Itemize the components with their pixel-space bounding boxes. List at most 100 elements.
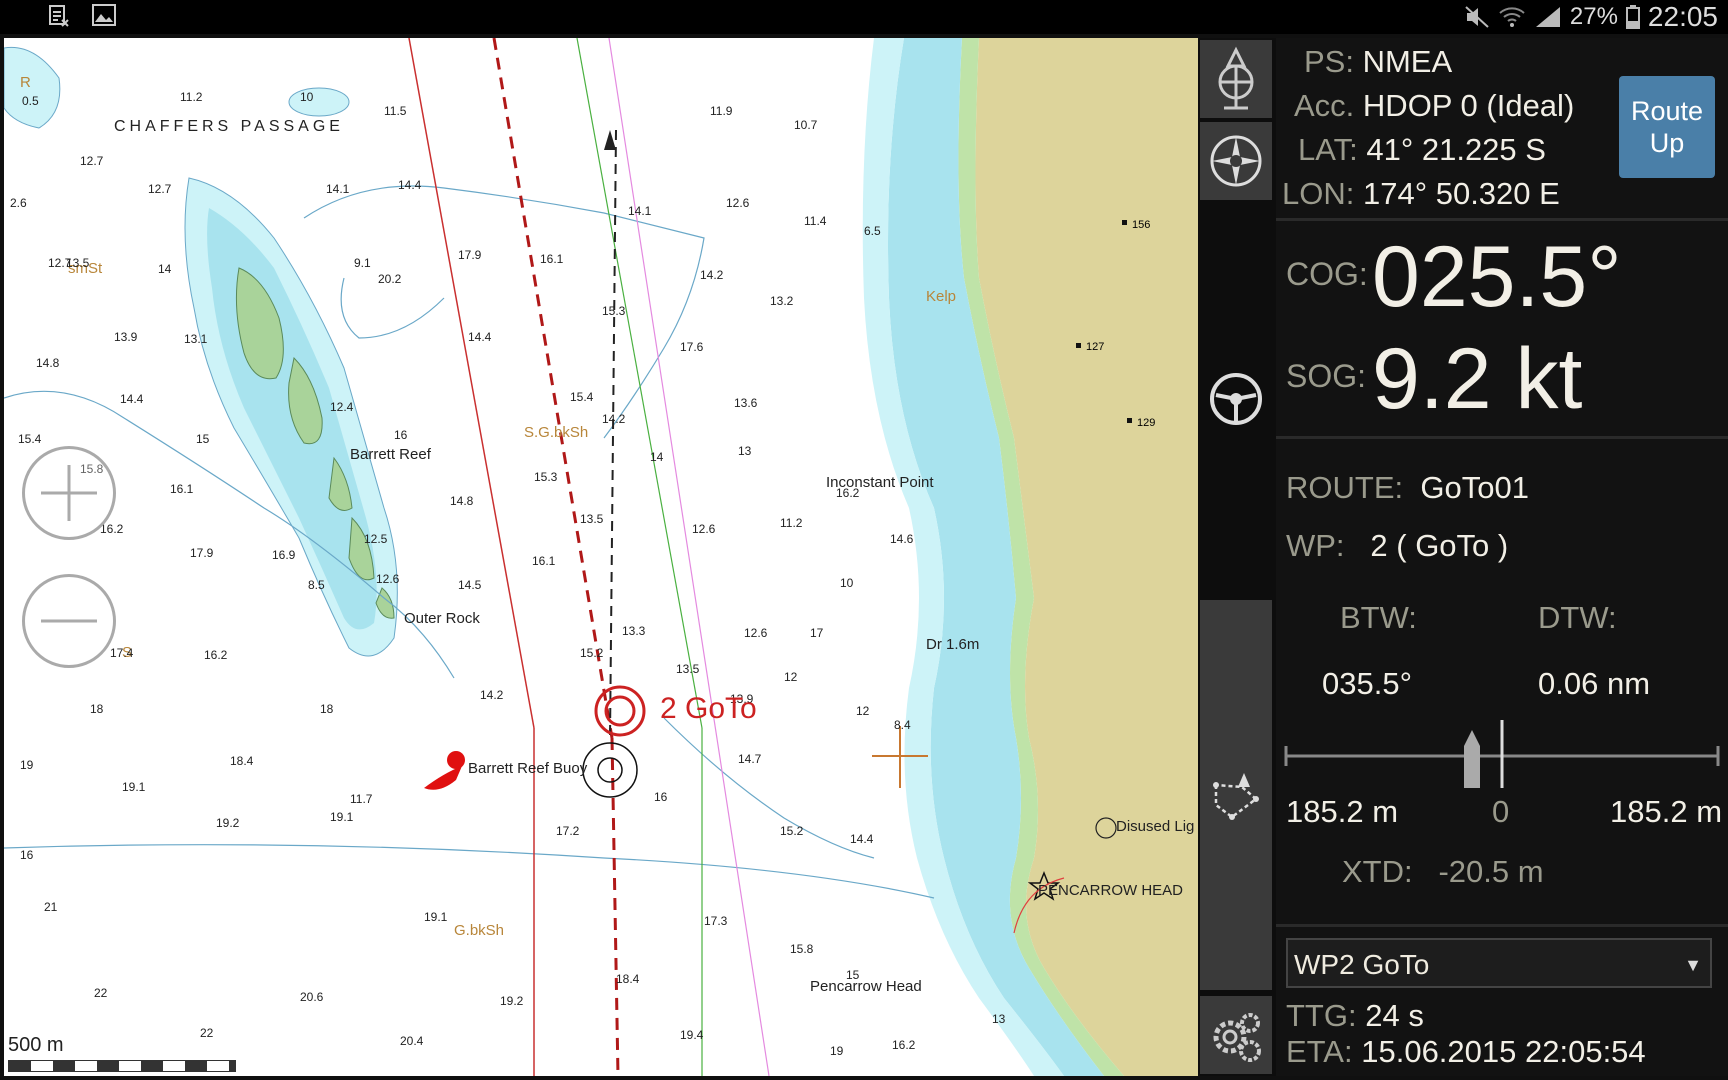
settings-button[interactable] bbox=[1200, 996, 1272, 1074]
steering-button[interactable] bbox=[1200, 360, 1272, 438]
depth-sounding: 14.7 bbox=[738, 752, 762, 766]
scale-bar bbox=[8, 1060, 236, 1072]
eta-row: ETA: 15.06.2015 22:05:54 bbox=[1286, 1034, 1646, 1069]
depth-sounding: 17 bbox=[810, 626, 824, 640]
depth-sounding: 13.9 bbox=[114, 330, 138, 344]
btw-label: BTW: bbox=[1340, 600, 1417, 635]
route-planner-button[interactable] bbox=[1200, 600, 1272, 990]
cog-label: COG: bbox=[1286, 256, 1368, 292]
depth-sounding: 20.4 bbox=[400, 1034, 424, 1048]
depth-sounding: 17.2 bbox=[556, 824, 580, 838]
depth-sounding: 15 bbox=[846, 968, 860, 982]
depth-sounding: 12 bbox=[784, 670, 798, 684]
route-planner-icon bbox=[1213, 773, 1259, 820]
depth-sounding: 15.8 bbox=[790, 942, 814, 956]
depth-sounding: 12.5 bbox=[364, 532, 388, 546]
navigation-info-panel: PS: NMEA Acc. HDOP 0 (Ideal) LAT: 41° 21… bbox=[1276, 38, 1728, 1076]
depth-sounding: 14.2 bbox=[602, 412, 626, 426]
depth-sounding: 14.8 bbox=[36, 356, 60, 370]
depth-sounding: 17.9 bbox=[458, 248, 482, 262]
depth-sounding: 14.5 bbox=[458, 578, 482, 592]
depth-sounding: 15.4 bbox=[570, 390, 594, 404]
depth-sounding: 18.4 bbox=[616, 972, 640, 986]
chart-label: Kelp bbox=[926, 288, 957, 305]
depth-sounding: 16.1 bbox=[170, 482, 194, 496]
waypoint-row: WP: 2 ( GoTo ) bbox=[1286, 528, 1509, 563]
depth-sounding: 11.2 bbox=[780, 516, 803, 530]
settings-gears-icon bbox=[1213, 1013, 1261, 1062]
route-row: ROUTE: GoTo01 bbox=[1286, 470, 1529, 505]
plus-icon bbox=[41, 465, 97, 521]
depth-sounding: 14.1 bbox=[628, 204, 652, 218]
depth-sounding: 13.3 bbox=[622, 624, 646, 638]
waypoint-select[interactable]: WP2 GoTo ▼ bbox=[1286, 938, 1712, 988]
sog-label: SOG: bbox=[1286, 358, 1367, 394]
nautical-chart-map[interactable]: 156 127 129 CHAFFERS PASSAGE smSt Barret… bbox=[4, 38, 1198, 1076]
chart-graphics: 156 127 129 bbox=[4, 38, 1198, 1076]
depth-sounding: 16 bbox=[394, 428, 408, 442]
depth-sounding: 12.7 bbox=[148, 182, 172, 196]
depth-sounding: 13.5 bbox=[66, 256, 90, 270]
zoom-in-button[interactable] bbox=[22, 446, 116, 540]
depth-sounding: 11.2 bbox=[180, 90, 203, 104]
depth-sounding: 19 bbox=[830, 1044, 844, 1058]
svg-text:127: 127 bbox=[1086, 341, 1104, 353]
wifi-icon bbox=[1499, 7, 1525, 27]
depth-sounding: 11.9 bbox=[710, 104, 733, 118]
svg-text:156: 156 bbox=[1132, 219, 1150, 231]
zoom-out-button[interactable] bbox=[22, 574, 116, 668]
chart-label: R bbox=[20, 74, 31, 91]
depth-sounding: 14.2 bbox=[480, 688, 504, 702]
chart-label: Pencarrow Head bbox=[810, 978, 922, 995]
depth-sounding: 15.3 bbox=[534, 470, 558, 484]
chart-label: PENCARROW HEAD bbox=[1038, 882, 1184, 899]
xtd-scale-right: 185.2 m bbox=[1610, 794, 1723, 829]
depth-sounding: 15 bbox=[196, 432, 210, 446]
sog-value: 9.2 kt bbox=[1372, 331, 1583, 427]
north-up-button[interactable] bbox=[1200, 40, 1272, 118]
depth-sounding: 12.6 bbox=[744, 626, 768, 640]
depth-sounding: 15.4 bbox=[18, 432, 42, 446]
divider bbox=[1276, 218, 1728, 221]
tool-strip bbox=[1198, 38, 1276, 1076]
depth-sounding: 0.5 bbox=[22, 94, 39, 108]
depth-sounding: 21 bbox=[44, 900, 58, 914]
depth-sounding: 17.6 bbox=[680, 340, 704, 354]
battery-icon bbox=[1625, 5, 1640, 29]
chart-label: Dr 1.6m bbox=[926, 636, 980, 653]
depth-sounding: 17.3 bbox=[704, 914, 728, 928]
latitude-row: LAT: 41° 21.225 S bbox=[1298, 132, 1546, 167]
depth-sounding: 9.1 bbox=[354, 256, 371, 270]
notification-icon bbox=[49, 5, 69, 27]
depth-sounding: 19.2 bbox=[216, 816, 240, 830]
route-up-button[interactable]: Route Up bbox=[1619, 76, 1715, 178]
chart-label: G.bkSh bbox=[454, 922, 505, 939]
chevron-down-icon: ▼ bbox=[1684, 955, 1702, 975]
depth-sounding: 11.5 bbox=[384, 104, 407, 118]
depth-sounding: 13.1 bbox=[184, 332, 208, 346]
divider bbox=[1276, 924, 1728, 927]
xtd-row: XTD: -20.5 m bbox=[1342, 854, 1544, 889]
depth-sounding: 13.5 bbox=[676, 662, 700, 676]
depth-sounding: 14.4 bbox=[120, 392, 144, 406]
depth-sounding: 14.1 bbox=[326, 182, 350, 196]
minus-icon bbox=[41, 619, 97, 623]
depth-sounding: 15.2 bbox=[580, 646, 604, 660]
depth-sounding: 13 bbox=[738, 444, 752, 458]
clock: 22:05 bbox=[1647, 1, 1718, 32]
depth-sounding: 12.7 bbox=[80, 154, 104, 168]
divider bbox=[1276, 436, 1728, 439]
cog-value: 025.5° bbox=[1372, 229, 1622, 325]
status-bar: 27% 22:05 bbox=[0, 0, 1728, 34]
chart-label: Outer Rock bbox=[404, 610, 480, 627]
depth-sounding: 14.8 bbox=[450, 494, 474, 508]
depth-sounding: 16.2 bbox=[204, 648, 228, 662]
dtw-value: 0.06 nm bbox=[1538, 666, 1651, 701]
depth-sounding: 12 bbox=[856, 704, 870, 718]
compass-button[interactable] bbox=[1200, 122, 1272, 200]
depth-sounding: 17.9 bbox=[190, 546, 214, 560]
depth-sounding: 18 bbox=[320, 702, 334, 716]
chart-label: S.G.bkSh bbox=[524, 424, 589, 441]
depth-sounding: 14 bbox=[158, 262, 172, 276]
depth-sounding: 11.7 bbox=[350, 792, 373, 806]
